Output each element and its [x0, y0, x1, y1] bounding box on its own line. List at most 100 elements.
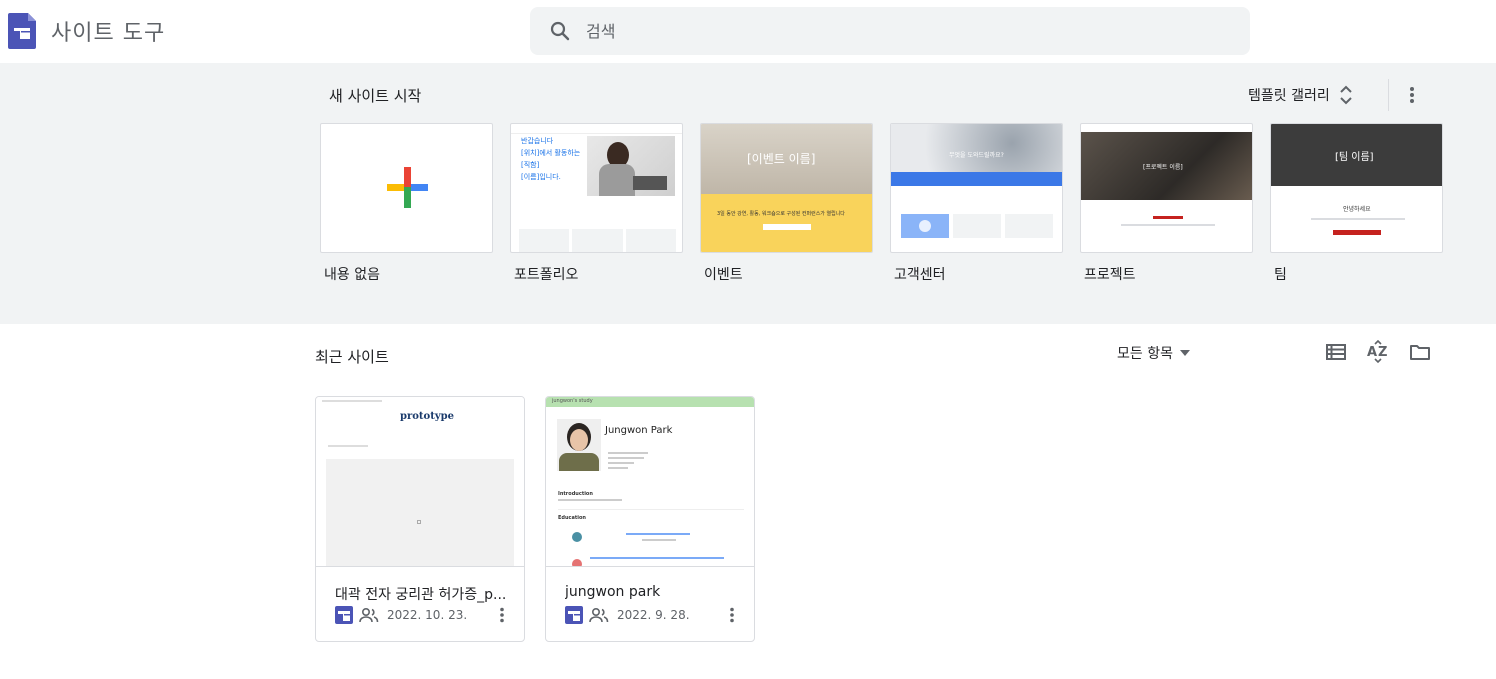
thumb-logo	[572, 532, 582, 542]
thumb-line	[608, 457, 644, 459]
thumb-text: 무엇을 도와드릴까요?	[949, 152, 1004, 159]
site-card[interactable]: jungwon's study Jungwon Park Introductio…	[545, 396, 755, 642]
thumb-block	[1005, 214, 1053, 238]
thumb-navbar	[511, 124, 682, 134]
search-icon[interactable]	[548, 19, 572, 43]
thumb-heading	[1153, 216, 1183, 219]
template-thumbnail[interactable]: [프로젝트 이름]	[1080, 123, 1253, 253]
template-event[interactable]: [이벤트 이름] 3일 동안 강연, 활동, 워크숍으로 구성된 컨퍼런스가 열…	[700, 123, 873, 284]
thumb-block	[326, 459, 514, 566]
thumb-link	[626, 533, 690, 535]
thumb-line	[608, 462, 634, 464]
thumb-text: Jungwon Park	[605, 425, 673, 436]
app-title[interactable]: 사이트 도구	[51, 15, 165, 47]
thumb-line	[328, 445, 368, 447]
template-label: 이벤트	[704, 267, 743, 283]
site-more-button[interactable]	[492, 605, 512, 625]
search-input[interactable]	[586, 7, 1226, 55]
template-gallery-label: 템플릿 갤러리	[1248, 88, 1330, 104]
sites-logo-icon[interactable]	[8, 13, 36, 49]
svg-text:A: A	[1367, 345, 1377, 360]
template-project[interactable]: [프로젝트 이름] 프로젝트	[1080, 123, 1253, 284]
thumb-text: [위치]에서 활동하는	[521, 149, 581, 157]
thumb-line	[1121, 224, 1215, 226]
arrow-drop-down-icon	[1179, 350, 1190, 356]
thumb-text: Education	[558, 515, 586, 521]
thumb-text: [이벤트 이름]	[747, 152, 816, 166]
search-bar[interactable]	[530, 7, 1250, 55]
folder-icon[interactable]	[1408, 340, 1432, 364]
template-label: 포트폴리오	[514, 267, 579, 283]
template-thumbnail[interactable]: 반갑습니다 [위치]에서 활동하는 [직함] [이름]입니다.	[510, 123, 683, 253]
thumb-line	[1311, 218, 1405, 220]
site-card[interactable]: prototype 대곽 전자 궁리관 허가증_p... 2022. 10. 2…	[315, 396, 525, 642]
thumb-text: 안녕하세요	[1343, 206, 1371, 213]
thumb-text: [팀 이름]	[1335, 152, 1374, 163]
thumb-text: Introduction	[558, 491, 593, 497]
thumb-block	[572, 229, 623, 252]
sites-icon	[565, 606, 583, 624]
thumb-hero	[891, 124, 1062, 172]
thumb-button	[1333, 230, 1381, 235]
thumb-block	[901, 214, 949, 238]
template-label: 고객센터	[894, 267, 946, 283]
more-options-button[interactable]	[1398, 81, 1426, 109]
owner-filter-dropdown[interactable]: 모든 항목	[1117, 343, 1191, 363]
top-bar: 사이트 도구	[0, 0, 1496, 63]
thumb-logo	[572, 559, 582, 566]
site-thumbnail[interactable]: jungwon's study Jungwon Park Introductio…	[546, 397, 754, 567]
template-gallery-button[interactable]: 템플릿 갤러리	[1248, 80, 1354, 110]
thumb-link	[590, 557, 724, 559]
template-label: 내용 없음	[324, 267, 380, 283]
thumb-block	[953, 214, 1001, 238]
thumb-text: [직함]	[521, 161, 540, 169]
site-more-button[interactable]	[722, 605, 742, 625]
thumb-line	[642, 539, 676, 541]
template-label: 팀	[1274, 267, 1287, 283]
template-thumbnail[interactable]: [팀 이름] 안녕하세요	[1270, 123, 1443, 253]
thumb-text: 반갑습니다	[521, 137, 554, 145]
thumb-button	[763, 224, 811, 230]
svg-text:Z: Z	[1378, 345, 1387, 360]
thumb-divider	[558, 509, 744, 510]
thumb-text: [이름]입니다.	[521, 173, 561, 181]
shared-people-icon	[589, 607, 609, 623]
template-section: 새 사이트 시작 템플릿 갤러리 내용 없음 반갑습니다 [위치]에서 활동하는…	[0, 63, 1496, 324]
filter-label: 모든 항목	[1117, 346, 1173, 362]
template-team[interactable]: [팀 이름] 안녕하세요 팀	[1270, 123, 1443, 284]
sites-icon	[335, 606, 353, 624]
template-label: 프로젝트	[1084, 267, 1136, 283]
sort-az-icon[interactable]: A Z	[1366, 340, 1390, 364]
template-thumbnail[interactable]: [이벤트 이름] 3일 동안 강연, 활동, 워크숍으로 구성된 컨퍼런스가 열…	[700, 123, 873, 253]
thumb-photo	[587, 136, 675, 196]
template-section-title: 새 사이트 시작	[329, 87, 422, 105]
list-view-icon[interactable]	[1324, 340, 1348, 364]
site-meta: 2022. 9. 28.	[565, 605, 690, 625]
divider	[1388, 79, 1389, 111]
thumb-line	[558, 499, 622, 501]
thumb-photo	[557, 419, 601, 471]
thumb-search-band	[891, 172, 1062, 186]
thumb-line	[322, 400, 382, 402]
site-date: 2022. 9. 28.	[617, 608, 690, 622]
thumb-text: 3일 동안 강연, 활동, 워크숍으로 구성된 컨퍼런스가 열립니다	[717, 211, 845, 217]
shared-people-icon	[359, 607, 379, 623]
thumb-line	[608, 452, 648, 454]
recent-section-title: 최근 사이트	[315, 348, 389, 366]
site-thumbnail[interactable]: prototype	[316, 397, 524, 567]
site-name: 대곽 전자 궁리관 허가증_p...	[335, 587, 507, 603]
site-name: jungwon park	[565, 584, 661, 600]
thumb-line	[608, 467, 628, 469]
site-meta: 2022. 10. 23.	[335, 605, 467, 625]
template-blank[interactable]: 내용 없음	[320, 123, 493, 284]
thumb-block	[626, 229, 676, 252]
template-thumbnail[interactable]: 무엇을 도와드릴까요?	[890, 123, 1063, 253]
template-portfolio[interactable]: 반갑습니다 [위치]에서 활동하는 [직함] [이름]입니다. 포트폴리오	[510, 123, 683, 284]
more-vert-icon	[1410, 87, 1414, 103]
thumb-text: prototype	[400, 411, 455, 422]
template-thumbnail[interactable]	[320, 123, 493, 253]
site-date: 2022. 10. 23.	[387, 608, 468, 622]
plus-icon	[387, 167, 428, 208]
template-help-center[interactable]: 무엇을 도와드릴까요? 고객센터	[890, 123, 1063, 284]
thumb-text: [프로젝트 이름]	[1143, 164, 1183, 171]
